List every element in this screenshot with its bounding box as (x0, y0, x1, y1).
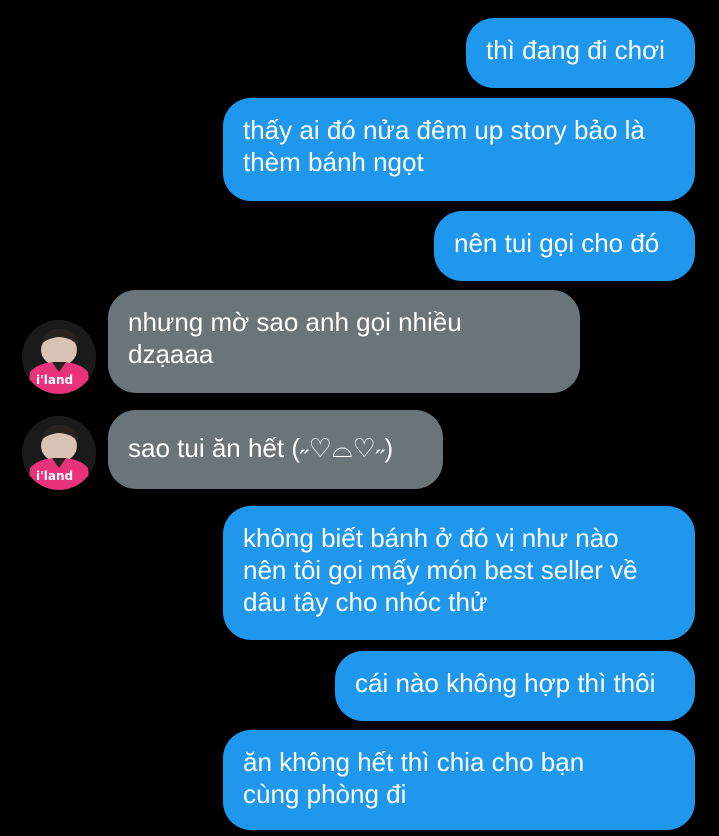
incoming-message-bubble[interactable]: nhưng mờ sao anh gọi nhiều dzạaaa (108, 290, 580, 393)
outgoing-message-bubble[interactable]: cái nào không hợp thì thôi (335, 651, 695, 721)
avatar-image: i'land (22, 320, 96, 394)
contact-avatar[interactable]: i'land (22, 416, 96, 490)
outgoing-message-bubble[interactable]: nên tui gọi cho đó (434, 211, 695, 281)
contact-avatar[interactable]: i'land (22, 320, 96, 394)
avatar-image: i'land (22, 416, 96, 490)
outgoing-message-bubble[interactable]: thấy ai đó nửa đêm up story bảo là thèm … (223, 98, 695, 201)
incoming-message-bubble[interactable]: sao tui ăn hết (˶♡⌓♡˶) (108, 410, 443, 489)
jersey-text: i'land (36, 469, 73, 483)
outgoing-message-bubble[interactable]: không biết bánh ở đó vị như nào nên tôi … (223, 506, 695, 640)
outgoing-message-bubble[interactable]: ăn không hết thì chia cho bạn cùng phòng… (223, 730, 695, 830)
outgoing-message-bubble[interactable]: thì đang đi chơi (466, 18, 695, 88)
jersey-text: i'land (36, 373, 73, 387)
